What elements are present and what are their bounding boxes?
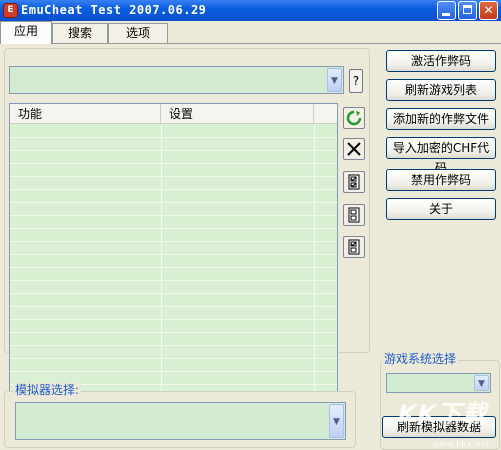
list-item[interactable] — [10, 229, 337, 242]
chevron-down-icon[interactable]: ▼ — [329, 404, 344, 438]
uncheck-all-button[interactable] — [343, 204, 365, 226]
chevron-down-icon[interactable]: ▼ — [474, 375, 489, 391]
app-window: E EmuCheat Test 2007.06.29 ✕ 应用 搜索 选项 ▼ … — [0, 0, 501, 450]
emulator-label: 模拟器选择: — [13, 383, 82, 397]
refresh-button[interactable] — [343, 107, 365, 129]
chevron-down-icon[interactable]: ▼ — [327, 68, 342, 92]
game-select[interactable]: ▼ — [9, 66, 344, 94]
list-item[interactable] — [10, 177, 337, 190]
list-item[interactable] — [10, 164, 337, 177]
title-bar[interactable]: E EmuCheat Test 2007.06.29 ✕ — [0, 0, 501, 21]
delete-button[interactable] — [343, 138, 365, 160]
window-title: EmuCheat Test 2007.06.29 — [21, 3, 207, 17]
disable-cheat-button[interactable]: 禁用作弊码 — [386, 169, 496, 191]
refresh-games-button[interactable]: 刷新游戏列表 — [386, 79, 496, 101]
app-icon: E — [3, 3, 18, 18]
list-item[interactable] — [10, 138, 337, 151]
close-button[interactable]: ✕ — [479, 1, 498, 20]
add-cheat-file-button[interactable]: 添加新的作弊文件 — [386, 108, 496, 130]
tab-strip: 应用 搜索 选项 — [0, 21, 501, 44]
tab-options[interactable]: 选项 — [108, 23, 168, 43]
column-setting[interactable]: 设置 — [161, 104, 314, 124]
check-all-button[interactable] — [343, 171, 365, 193]
toggle-check-button[interactable] — [343, 236, 365, 258]
list-item[interactable] — [10, 255, 337, 268]
list-item[interactable] — [10, 268, 337, 281]
tab-search[interactable]: 搜索 — [52, 23, 108, 43]
game-system-label: 游戏系统选择 — [382, 352, 459, 366]
list-item[interactable] — [10, 320, 337, 333]
list-item[interactable] — [10, 307, 337, 320]
list-item[interactable] — [10, 216, 337, 229]
emulator-select[interactable]: ▼ — [15, 402, 346, 440]
delete-icon — [347, 142, 361, 156]
minimize-icon — [442, 13, 450, 16]
uncheck-all-icon — [348, 207, 360, 223]
list-item[interactable] — [10, 333, 337, 346]
about-button[interactable]: 关于 — [386, 198, 496, 220]
column-function[interactable]: 功能 — [10, 104, 161, 124]
watermark-url: www.kkx.net — [432, 440, 490, 450]
list-item[interactable] — [10, 190, 337, 203]
list-item[interactable] — [10, 359, 337, 372]
tab-panel: ▼ ? 功能 设置 激活作弊码 刷新游戏列表 添加新的作弊文件 导入加密的CHF… — [0, 43, 501, 450]
maximize-icon — [463, 5, 472, 14]
list-item[interactable] — [10, 125, 337, 138]
tab-apply[interactable]: 应用 — [0, 21, 52, 44]
check-all-icon — [348, 174, 360, 190]
list-item[interactable] — [10, 281, 337, 294]
list-item[interactable] — [10, 242, 337, 255]
cheat-list-body[interactable] — [10, 125, 337, 391]
watermark: KK下载 — [398, 400, 488, 428]
list-item[interactable] — [10, 294, 337, 307]
game-system-select[interactable]: ▼ — [386, 373, 491, 393]
import-chf-button[interactable]: 导入加密的CHF代码 — [386, 137, 496, 175]
cheat-list[interactable]: 功能 设置 — [9, 103, 338, 392]
cheat-list-header: 功能 设置 — [10, 104, 337, 124]
activate-cheat-button[interactable]: 激活作弊码 — [386, 50, 496, 72]
list-item[interactable] — [10, 151, 337, 164]
list-item[interactable] — [10, 346, 337, 359]
close-icon: ✕ — [483, 3, 494, 17]
column-extra[interactable] — [314, 104, 337, 124]
help-button[interactable]: ? — [349, 69, 363, 93]
minimize-button[interactable] — [437, 1, 456, 20]
grid-line — [314, 125, 315, 391]
maximize-button[interactable] — [458, 1, 477, 20]
toggle-check-icon — [348, 239, 360, 255]
grid-line — [161, 125, 162, 391]
list-item[interactable] — [10, 203, 337, 216]
refresh-icon — [346, 110, 362, 126]
